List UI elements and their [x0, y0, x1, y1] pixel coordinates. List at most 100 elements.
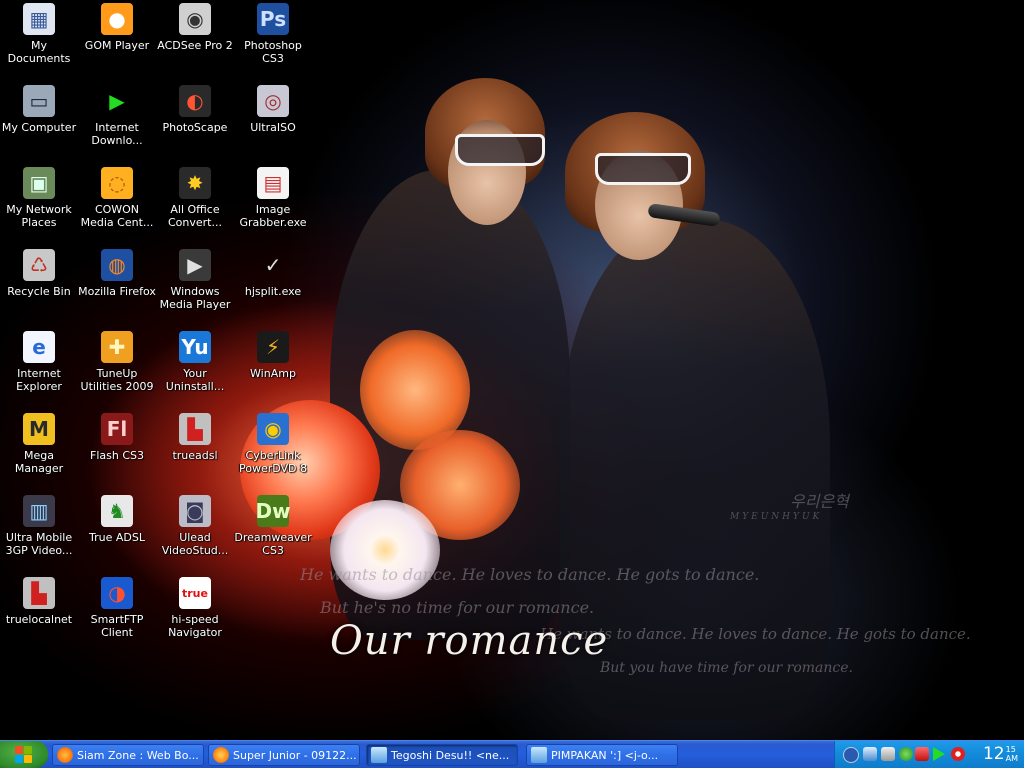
start-button[interactable] [0, 741, 48, 768]
desktop-icon-winamp[interactable]: ⚡ WinAmp [234, 331, 312, 380]
wallpaper-watermark: 우리은혁 [790, 492, 849, 511]
desktop-icon-label: WinAmp [250, 367, 296, 380]
dreamweaver-icon: Dw [255, 495, 291, 527]
desktop-icon-label: Your Uninstall... [165, 367, 225, 393]
wallpaper-sunglasses-right [595, 153, 691, 185]
desktop-icon-label: TuneUp Utilities 2009 [80, 367, 154, 393]
desktop-icon-internet-explorer[interactable]: e Internet Explorer [0, 331, 78, 393]
wallpaper-lyric-1: He wants to dance. He loves to dance. He… [300, 565, 760, 584]
truelocalnet-icon: ▙ [23, 577, 55, 609]
desktop-icon-label: PhotoScape [162, 121, 228, 134]
desktop-icon-label: Recycle Bin [7, 285, 71, 298]
smartftp-icon: ◑ [101, 577, 133, 609]
desktop-icon-label: All Office Convert... [168, 203, 222, 229]
desktop-icon-your-uninstaller[interactable]: Yu Your Uninstall... [156, 331, 234, 393]
ultraiso-icon: ◎ [257, 85, 289, 117]
desktop-icon-label: Internet Explorer [16, 367, 62, 393]
tray-expand-icon[interactable] [843, 747, 859, 763]
your-uninstaller-icon: Yu [179, 331, 211, 363]
clock[interactable]: 12 15 AM [983, 742, 1018, 766]
desktop-icon-my-computer[interactable]: ▭ My Computer [0, 85, 78, 134]
wallpaper-lyric-4: But you have time for our romance. [600, 660, 853, 676]
desktop-icon-tuneup[interactable]: ✚ TuneUp Utilities 2009 [78, 331, 156, 393]
security-tray-icon[interactable] [915, 747, 929, 761]
desktop-icon-windows-media-player[interactable]: ▶ Windows Media Player [156, 249, 234, 311]
desktop-icon-label: Internet Downlo... [91, 121, 143, 147]
desktop-icon-label: UltraISO [250, 121, 296, 134]
desktop-icon-label: Mega Manager [14, 449, 64, 475]
desktop-icon-cowon[interactable]: ◌ COWON Media Cent... [78, 167, 156, 229]
desktop-icon-acdsee[interactable]: ◉ ACDSee Pro 2 [156, 3, 234, 52]
taskbar: Siam Zone : Web Bo... Super Junior - 091… [0, 740, 1024, 768]
desktop-icon-firefox[interactable]: ◍ Mozilla Firefox [78, 249, 156, 298]
desktop-icon-hjsplit[interactable]: ✓ hjsplit.exe [234, 249, 312, 299]
desktop-icon-powerdvd[interactable]: ◉ CyberLink PowerDVD 8 [234, 413, 312, 475]
clock-ampm: AM [1005, 754, 1018, 763]
taskbar-button-label: Tegoshi Desu!! <ne... [391, 748, 510, 762]
flash-icon: Fl [101, 413, 133, 445]
desktop-icon-mega-manager[interactable]: M Mega Manager [0, 413, 78, 475]
trueadsl-icon: ▙ [179, 413, 211, 445]
network-tray-icon[interactable] [863, 747, 877, 761]
cowon-icon: ◌ [101, 167, 133, 199]
internet-download-manager-icon: ▶ [101, 85, 133, 117]
my-computer-icon: ▭ [23, 85, 55, 117]
desktop-icon-ulead-videostudio[interactable]: ◙ Ulead VideoStud... [156, 495, 234, 557]
desktop-icon-label: hjsplit.exe [244, 285, 302, 298]
my-documents-icon: ▦ [23, 3, 55, 35]
desktop-icon-office-converter[interactable]: ✸ All Office Convert... [156, 167, 234, 229]
recycle-bin-icon: ♺ [23, 249, 55, 281]
volume-tray-icon[interactable] [881, 747, 895, 761]
desktop-icon-true-adsl[interactable]: ♞ True ADSL [78, 495, 156, 544]
desktop-icon-photoshop[interactable]: Ps Photoshop CS3 [234, 3, 312, 65]
desktop-icon-ultraiso[interactable]: ◎ UltraISO [234, 85, 312, 134]
desktop-icon-label: True ADSL [89, 531, 145, 544]
ultra-mobile-3gp-icon: ▥ [23, 495, 55, 527]
taskbar-button-label: PIMPAKAN ':] <j-o... [551, 748, 659, 762]
wallpaper-daisy [330, 500, 440, 600]
desktop-icon-dreamweaver[interactable]: Dw Dreamweaver CS3 [234, 495, 312, 557]
desktop-icon-photoscape[interactable]: ◐ PhotoScape [156, 85, 234, 134]
powerdvd-icon: ◉ [257, 413, 289, 445]
taskbar-button-super-junior[interactable]: Super Junior - 09122... [208, 744, 360, 766]
desktop-icon-hi-speed-navigator[interactable]: true hi-speed Navigator [156, 577, 234, 639]
mega-manager-icon: M [23, 413, 55, 445]
desktop-icon-label: SmartFTP Client [90, 613, 144, 639]
office-converter-icon: ✸ [179, 167, 211, 199]
desktop-icon-label: COWON Media Cent... [80, 203, 154, 229]
desktop-icon-label: hi-speed Navigator [168, 613, 222, 639]
photoscape-icon: ◐ [179, 85, 211, 117]
taskbar-button-tegoshi[interactable]: Tegoshi Desu!! <ne... [366, 744, 518, 766]
messenger-window-icon [371, 747, 387, 763]
desktop-icon-trueadsl[interactable]: ▙ trueadsl [156, 413, 234, 462]
taskbar-button-siam-zone[interactable]: Siam Zone : Web Bo... [52, 744, 204, 766]
desktop-icon-internet-download-manager[interactable]: ▶ Internet Downlo... [78, 85, 156, 147]
desktop-icon-label: Dreamweaver CS3 [234, 531, 312, 557]
desktop-icon-flash[interactable]: Fl Flash CS3 [78, 413, 156, 462]
hi-speed-navigator-icon: true [179, 577, 211, 609]
desktop-icon-label: GOM Player [84, 39, 150, 52]
messenger-tray-icon[interactable] [899, 747, 913, 761]
desktop-icon-smartftp[interactable]: ◑ SmartFTP Client [78, 577, 156, 639]
desktop-icon-network-places[interactable]: ▣ My Network Places [0, 167, 78, 229]
desktop-icon-my-documents[interactable]: ▦ My Documents [0, 3, 78, 65]
desktop-icon-label: ACDSee Pro 2 [157, 39, 233, 52]
desktop-icon-gom-player[interactable]: ● GOM Player [78, 3, 156, 52]
image-grabber-icon: ▤ [257, 167, 289, 199]
record-tray-icon[interactable] [951, 747, 965, 761]
system-tray: 12 15 AM [834, 741, 1024, 768]
desktop-icon-label: trueadsl [172, 449, 218, 462]
desktop-icon-label: Ulead VideoStud... [161, 531, 229, 557]
firefox-icon [213, 747, 229, 763]
taskbar-button-label: Super Junior - 09122... [233, 748, 357, 762]
desktop-icon-label: My Computer [1, 121, 77, 134]
download-tray-icon[interactable] [933, 747, 945, 761]
desktop-icon-recycle-bin[interactable]: ♺ Recycle Bin [0, 249, 78, 298]
desktop-icon-ultra-mobile-3gp[interactable]: ▥ Ultra Mobile 3GP Video... [0, 495, 78, 557]
desktop-icon-image-grabber[interactable]: ▤ Image Grabber.exe [234, 167, 312, 229]
taskbar-button-pimpakan[interactable]: PIMPAKAN ':] <j-o... [526, 744, 678, 766]
firefox-icon: ◍ [101, 249, 133, 281]
wallpaper-lyric-2: But he's no time for our romance. [320, 598, 595, 617]
wallpaper-title: Our romance [330, 618, 609, 664]
desktop-icon-truelocalnet[interactable]: ▙ truelocalnet [0, 577, 78, 626]
